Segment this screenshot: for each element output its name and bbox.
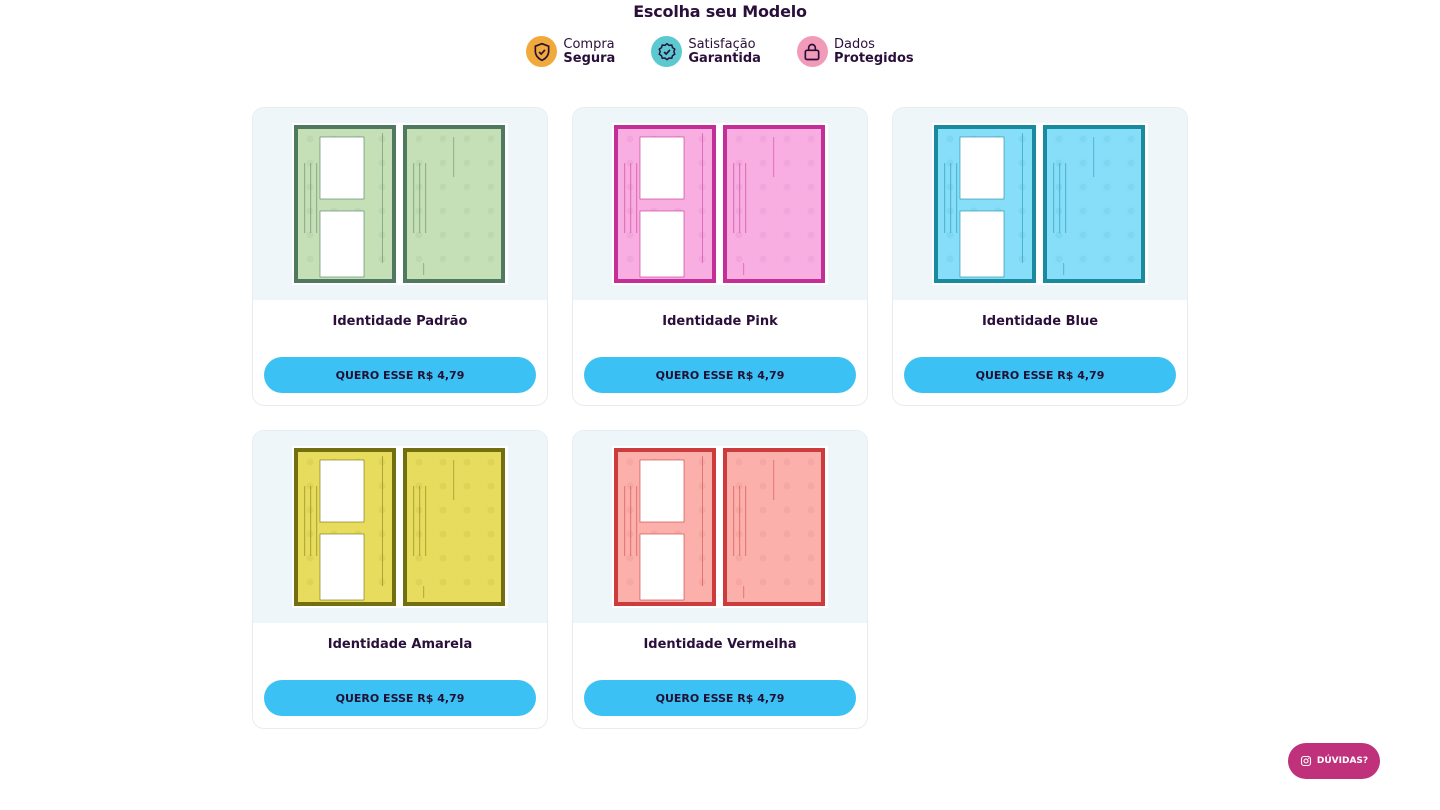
badge-label-bold: Segura <box>563 50 616 66</box>
instagram-icon <box>1300 755 1311 767</box>
product-card: Identidade Amarela QUERO ESSE R$ 4,79 <box>252 430 548 729</box>
badge-label: Compra <box>563 36 615 52</box>
product-title: Identidade Amarela <box>327 637 473 652</box>
help-label: DÚVIDAS? <box>1316 756 1369 766</box>
product-image <box>573 431 867 623</box>
badge-data-protected: Dados Protegidos <box>796 36 914 67</box>
shield-check-icon <box>526 36 558 67</box>
product-title: Identidade Vermelha <box>643 637 797 652</box>
product-title: Identidade Padrão <box>332 314 468 329</box>
page-title: Escolha seu Modelo <box>633 2 807 21</box>
badge-label: Satisfação <box>688 36 756 52</box>
buy-button[interactable]: QUERO ESSE R$ 4,79 <box>264 680 536 716</box>
product-card: Identidade Blue QUERO ESSE R$ 4,79 <box>892 107 1188 406</box>
buy-button[interactable]: QUERO ESSE R$ 4,79 <box>904 357 1176 393</box>
badge-secure-purchase: Compra Segura <box>526 36 615 67</box>
product-card: Identidade Vermelha QUERO ESSE R$ 4,79 <box>572 430 868 729</box>
lock-icon <box>796 36 828 67</box>
product-title: Identidade Blue <box>981 314 1099 329</box>
buy-button[interactable]: QUERO ESSE R$ 4,79 <box>584 357 856 393</box>
badge-label-bold: Garantida <box>688 50 761 66</box>
product-image <box>573 108 867 300</box>
badge-label-bold: Protegidos <box>833 50 914 66</box>
help-button[interactable]: DÚVIDAS? <box>1288 743 1380 779</box>
buy-button[interactable]: QUERO ESSE R$ 4,79 <box>264 357 536 393</box>
product-image <box>893 108 1187 300</box>
product-image <box>253 108 547 300</box>
trust-badges: Compra Segura Satisfação Garantida Dados… <box>0 36 1440 67</box>
product-card: Identidade Pink QUERO ESSE R$ 4,79 <box>572 107 868 406</box>
product-title: Identidade Pink <box>662 314 778 329</box>
buy-button[interactable]: QUERO ESSE R$ 4,79 <box>584 680 856 716</box>
check-badge-icon <box>651 36 683 67</box>
product-card: Identidade Padrão QUERO ESSE R$ 4,79 <box>252 107 548 406</box>
product-image <box>253 431 547 623</box>
badge-satisfaction: Satisfação Garantida <box>651 36 761 67</box>
badge-label: Dados <box>833 36 875 52</box>
